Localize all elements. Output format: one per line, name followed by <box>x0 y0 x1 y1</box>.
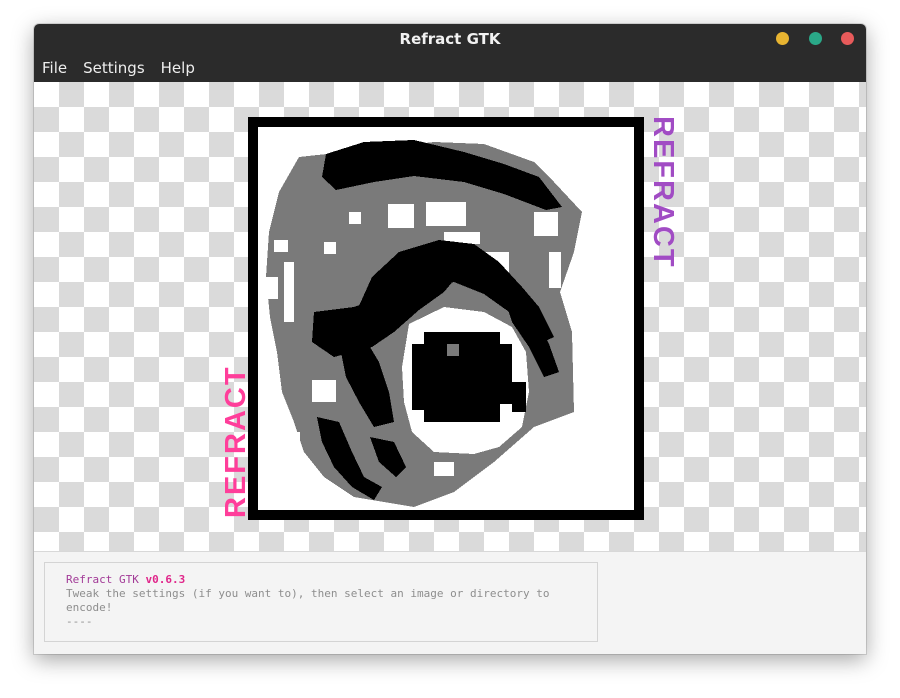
log-separator: ---- <box>66 615 93 628</box>
log-version-line: Refract GTK v0.6.3 <box>66 573 597 587</box>
menu-file[interactable]: File <box>34 54 75 82</box>
refract-logo-image: REFRACT REFRACT <box>220 116 679 520</box>
menu-bar: File Settings Help <box>34 54 866 82</box>
menu-help[interactable]: Help <box>153 54 203 82</box>
menu-settings[interactable]: Settings <box>75 54 153 82</box>
title-bar[interactable]: Refract GTK <box>34 24 866 54</box>
status-log-panel: Refract GTK v0.6.3 Tweak the settings (i… <box>44 562 598 642</box>
logo-text-right: REFRACT <box>647 116 679 269</box>
log-version: v0.6.3 <box>145 573 186 586</box>
close-button[interactable] <box>841 32 854 45</box>
logo-text-left: REFRACT <box>220 365 252 518</box>
minimize-button[interactable] <box>776 32 789 45</box>
app-window: Refract GTK File Settings Help REFRACT R… <box>34 24 866 654</box>
maximize-button[interactable] <box>809 32 822 45</box>
window-title: Refract GTK <box>399 30 501 48</box>
log-app-name: Refract GTK <box>66 573 139 586</box>
image-preview-area: REFRACT REFRACT <box>34 82 866 551</box>
log-message: Tweak the settings (if you want to), the… <box>66 587 550 614</box>
section-divider <box>34 551 866 552</box>
